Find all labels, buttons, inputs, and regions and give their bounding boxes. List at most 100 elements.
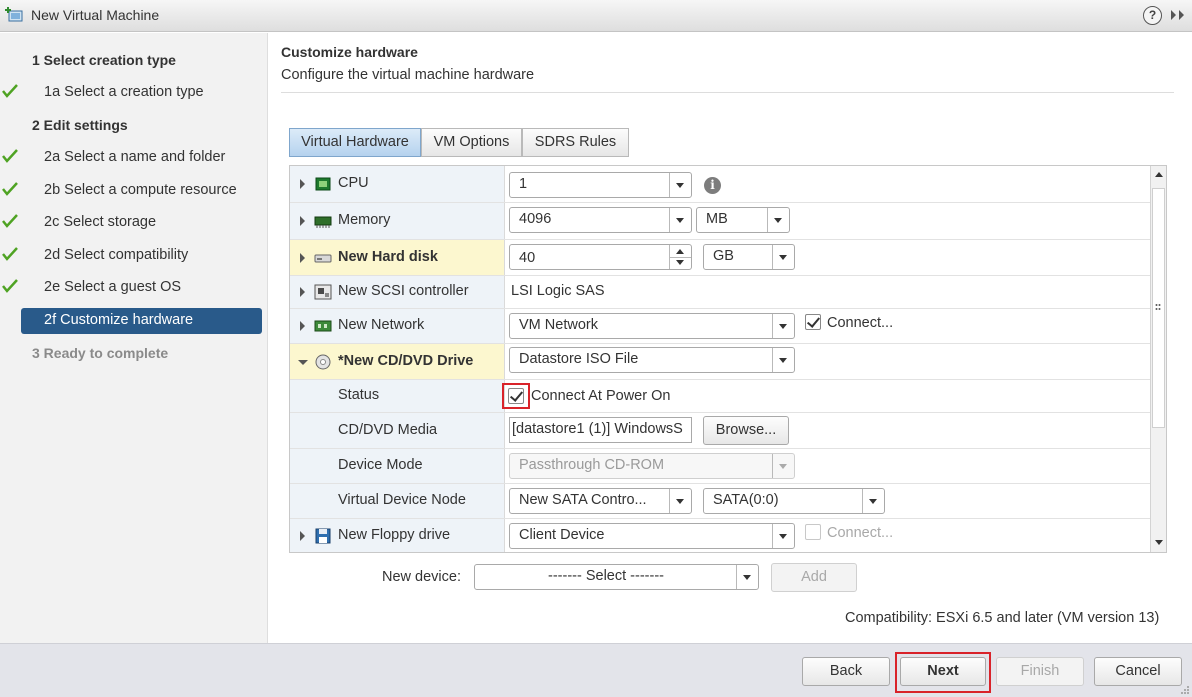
cd-dvd-source-select[interactable]: Datastore ISO File	[509, 347, 795, 373]
expand-arrow-icon[interactable]	[300, 321, 305, 331]
window-title: New Virtual Machine	[31, 7, 160, 23]
tab-vm-options[interactable]: VM Options	[421, 128, 522, 157]
network-connect-checkbox[interactable]	[805, 314, 821, 330]
device-node-slot-select[interactable]: SATA(0:0)	[703, 488, 885, 514]
scsi-controller-type: LSI Logic SAS	[511, 283, 605, 299]
tab-virtual-hardware[interactable]: Virtual Hardware	[289, 128, 421, 157]
add-device-button[interactable]: Add	[771, 563, 857, 592]
expand-arrow-icon[interactable]	[300, 216, 305, 226]
hard-disk-size-stepper[interactable]: 40	[509, 244, 692, 270]
cpu-count-select[interactable]: 1	[509, 172, 692, 198]
expand-arrow-icon[interactable]	[300, 179, 305, 189]
step-2a-select-name-folder[interactable]: 2a Select a name and folder	[0, 145, 268, 171]
resize-grip-icon[interactable]	[1179, 684, 1190, 695]
step-2e-select-guest-os[interactable]: 2e Select a guest OS	[0, 275, 268, 301]
chevron-down-icon	[669, 489, 691, 513]
chevron-down-icon	[669, 173, 691, 197]
network-adapter-icon	[314, 320, 332, 332]
chevron-down-icon	[772, 314, 794, 338]
row-label: New Hard disk	[290, 240, 505, 275]
finish-button[interactable]: Finish	[996, 657, 1084, 686]
network-connect-label: Connect...	[827, 315, 894, 331]
step-1-select-creation-type: 1 Select creation type	[32, 52, 176, 68]
chevron-down-icon	[772, 245, 794, 269]
chevron-down-icon	[736, 565, 758, 589]
expand-arrow-icon[interactable]	[300, 531, 305, 541]
hardware-row-device-mode: Device Mode Passthrough CD-ROM	[290, 449, 1150, 484]
check-icon	[2, 214, 18, 228]
hardware-row-virtual-device-node: Virtual Device Node New SATA Contro... S…	[290, 484, 1150, 519]
hardware-row-cd-dvd-drive: *New CD/DVD Drive Datastore ISO File	[290, 344, 1150, 380]
new-vm-icon	[5, 7, 23, 22]
check-icon	[2, 182, 18, 196]
floppy-source-select[interactable]: Client Device	[509, 523, 795, 549]
scroll-up-icon[interactable]	[1155, 172, 1163, 177]
check-icon	[2, 84, 18, 98]
page-title: Customize hardware	[281, 44, 418, 60]
title-bar: New Virtual Machine ?	[0, 0, 1192, 32]
hardware-row-memory: Memory 4096 MB	[290, 203, 1150, 240]
memory-size-combo[interactable]: 4096	[509, 207, 692, 233]
wizard-steps-sidebar: 1 Select creation type 1a Select a creat…	[0, 33, 268, 643]
connect-at-power-on-checkbox[interactable]	[508, 388, 524, 404]
hard-disk-unit-select[interactable]: GB	[703, 244, 795, 270]
hardware-row-network: New Network VM Network Connect...	[290, 309, 1150, 344]
heading-divider	[281, 92, 1174, 93]
hardware-row-floppy: New Floppy drive Client Device Connect..…	[290, 519, 1150, 552]
next-button[interactable]: Next	[900, 657, 986, 686]
stepper-arrows-icon[interactable]	[669, 245, 691, 269]
compatibility-text: Compatibility: ESXi 6.5 and later (VM ve…	[845, 610, 1160, 626]
scsi-controller-icon	[314, 284, 332, 300]
hardware-row-cpu: CPU 1 i	[290, 166, 1150, 203]
step-2c-select-storage[interactable]: 2c Select storage	[0, 210, 268, 236]
row-label: Device Mode	[290, 449, 505, 483]
info-icon[interactable]: i	[704, 177, 721, 194]
check-icon	[2, 247, 18, 261]
cpu-icon	[315, 177, 331, 191]
chevron-down-icon	[767, 208, 789, 232]
new-device-select[interactable]: ------- Select -------	[474, 564, 759, 590]
row-label: CPU	[290, 166, 505, 202]
step-2d-select-compatibility[interactable]: 2d Select compatibility	[0, 243, 268, 269]
row-label: *New CD/DVD Drive	[290, 344, 505, 379]
floppy-icon	[315, 528, 331, 544]
scroll-down-icon[interactable]	[1155, 540, 1163, 545]
floppy-connect-label: Connect...	[827, 525, 894, 541]
memory-unit-select[interactable]: MB	[696, 207, 790, 233]
hard-disk-icon	[314, 254, 332, 262]
expand-panel-icon[interactable]	[1170, 8, 1186, 22]
hardware-row-scsi-controller: New SCSI controller LSI Logic SAS	[290, 276, 1150, 309]
network-select[interactable]: VM Network	[509, 313, 795, 339]
chevron-down-icon	[772, 454, 794, 478]
chevron-down-icon	[772, 348, 794, 372]
tab-sdrs-rules[interactable]: SDRS Rules	[522, 128, 629, 157]
back-button[interactable]: Back	[802, 657, 890, 686]
hardware-grid-scrollbar[interactable]	[1150, 166, 1166, 552]
expand-arrow-icon[interactable]	[300, 252, 305, 263]
memory-icon	[314, 216, 332, 228]
cd-dvd-icon	[315, 354, 331, 369]
step-3-ready-to-complete: 3 Ready to complete	[32, 345, 169, 361]
device-mode-select: Passthrough CD-ROM	[509, 453, 795, 479]
expand-arrow-icon[interactable]	[300, 287, 305, 297]
help-icon[interactable]: ?	[1143, 6, 1162, 25]
hardware-row-cd-status: Status Connect At Power On	[290, 380, 1150, 413]
row-label: New SCSI controller	[290, 276, 505, 308]
chevron-down-icon	[669, 208, 691, 232]
wizard-footer: Back Next Finish Cancel	[0, 643, 1192, 697]
page-subtitle: Configure the virtual machine hardware	[281, 67, 535, 83]
collapse-arrow-icon[interactable]	[298, 359, 308, 365]
new-device-label: New device:	[382, 569, 461, 585]
grip-icon	[1155, 304, 1161, 310]
row-label: Status	[290, 380, 505, 412]
step-2f-customize-hardware[interactable]: 2f Customize hardware	[21, 308, 262, 334]
row-label: Virtual Device Node	[290, 484, 505, 518]
cancel-button[interactable]: Cancel	[1094, 657, 1182, 686]
browse-button[interactable]: Browse...	[703, 416, 789, 445]
row-label: New Floppy drive	[290, 519, 505, 552]
step-1a-select-creation-type[interactable]: 1a Select a creation type	[0, 80, 268, 106]
cd-media-path-field[interactable]: [datastore1 (1)] WindowsS	[509, 417, 692, 443]
device-node-controller-select[interactable]: New SATA Contro...	[509, 488, 692, 514]
check-icon	[2, 279, 18, 293]
step-2b-select-compute-resource[interactable]: 2b Select a compute resource	[0, 178, 268, 204]
